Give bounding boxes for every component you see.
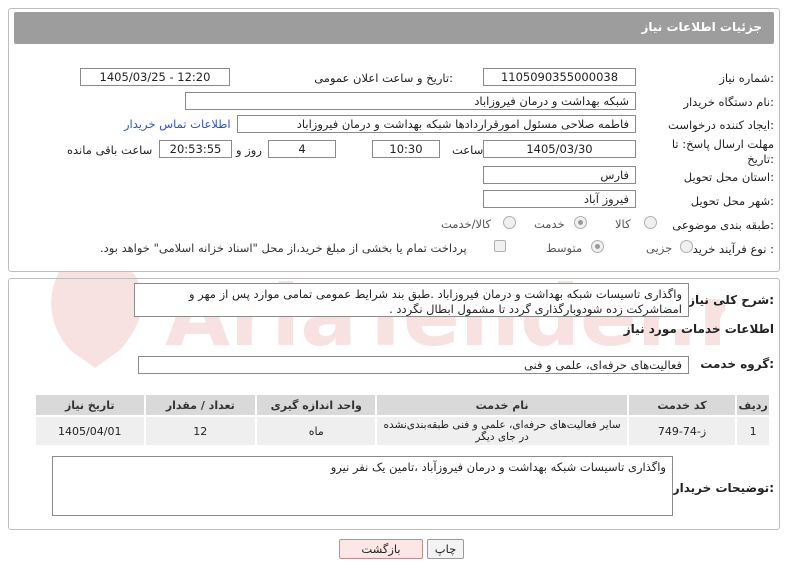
col-quantity: تعداد / مقدار — [143, 393, 258, 417]
treasury-checkbox[interactable] — [494, 240, 506, 252]
purchase-type-label: نوع فرآیند خرید : — [692, 242, 774, 256]
col-code: کد خدمت — [626, 393, 738, 417]
cell-quantity: 12 — [143, 415, 258, 447]
category-radio-goods[interactable] — [644, 216, 657, 229]
purchase-option-minor: جزیی — [646, 241, 673, 255]
category-radio-service[interactable] — [574, 216, 587, 229]
purchase-radio-medium[interactable] — [591, 240, 604, 253]
cell-name: سایر فعالیت‌های حرفه‌ای، علمی و فنی طبقه… — [375, 415, 629, 447]
deadline-time-field: 10:30 — [372, 140, 440, 158]
purchase-radio-minor[interactable] — [680, 240, 693, 253]
back-button[interactable]: بازگشت — [339, 539, 423, 559]
table-header-row: ردیف کد خدمت نام خدمت واحد اندازه گیری ت… — [34, 393, 771, 417]
col-date: تاریخ نیاز — [34, 393, 146, 417]
buyer-notes-label: توضیحات خریدار: — [672, 481, 774, 495]
province-field: فارس — [483, 166, 636, 184]
announce-field: 1405/03/25 - 12:20 — [80, 68, 230, 86]
creator-field: فاطمه صلاحی مسئول امورقراردادها شبکه بهد… — [237, 115, 636, 133]
announce-label: تاریخ و ساعت اعلان عمومی: — [314, 71, 453, 85]
cell-unit: ماه — [255, 415, 378, 447]
need-number-label: شماره نیاز: — [719, 71, 774, 85]
services-title: اطلاعات خدمات مورد نیاز — [623, 322, 774, 336]
print-button[interactable]: چاپ — [427, 539, 464, 559]
service-group-field: فعالیت‌های حرفه‌ای، علمی و فنی — [138, 356, 689, 374]
cell-date: 1405/04/01 — [34, 415, 146, 447]
remaining-time-field: 20:53:55 — [159, 140, 232, 158]
buyer-org-label: نام دستگاه خریدار: — [683, 95, 774, 109]
deadline-date-field: 1405/03/30 — [483, 140, 636, 158]
province-label: استان محل تحویل: — [683, 170, 774, 184]
category-radio-goods-service[interactable] — [503, 216, 516, 229]
buyer-contact-link[interactable]: اطلاعات تماس خریدار — [124, 117, 231, 131]
panel-header: جزئیات اطلاعات نیاز — [14, 12, 774, 44]
need-number-field: 1105090355000038 — [483, 68, 636, 86]
city-label: شهر محل تحویل: — [690, 194, 774, 208]
days-label: روز و — [236, 143, 262, 157]
category-option-service: خدمت — [534, 217, 565, 231]
services-table: ردیف کد خدمت نام خدمت واحد اندازه گیری ت… — [34, 393, 771, 447]
deadline-label: مهلت ارسال پاسخ: تا تاریخ: — [671, 137, 774, 166]
service-group-label: گروه خدمت: — [700, 357, 774, 371]
page-title: جزئیات اطلاعات نیاز — [641, 20, 762, 34]
col-unit: واحد اندازه گیری — [255, 393, 378, 417]
category-option-goods: کالا — [615, 217, 631, 231]
summary-text: واگذاری تاسیسات شبکه بهداشت و درمان فیرو… — [134, 283, 689, 317]
cell-row: 1 — [735, 415, 771, 447]
purchase-option-medium: متوسط — [546, 241, 583, 255]
cell-code: ز-74-749 — [626, 415, 738, 447]
col-name: نام خدمت — [375, 393, 629, 417]
city-field: فیروز آباد — [483, 190, 636, 208]
category-label: طبقه بندی موضوعی: — [672, 218, 774, 232]
table-row: 1 ز-74-749 سایر فعالیت‌های حرفه‌ای، علمی… — [34, 415, 771, 447]
days-field: 4 — [268, 140, 336, 158]
deadline-time-label: ساعت — [452, 143, 484, 157]
category-option-goods-service: کالا/خدمت — [441, 217, 492, 231]
buyer-org-field: شبکه بهداشت و درمان فیروزاباد — [185, 92, 636, 110]
remaining-label: ساعت باقی مانده — [67, 143, 153, 157]
buyer-notes-text: واگذاری تاسیسات شبکه بهداشت و درمان فیرو… — [52, 456, 673, 516]
col-row: ردیف — [735, 393, 771, 417]
summary-label: شرح کلی نیاز: — [688, 293, 774, 307]
creator-label: ایجاد کننده درخواست: — [668, 118, 774, 132]
payment-note: پرداخت تمام یا بخشی از مبلغ خرید،از محل … — [100, 241, 467, 255]
